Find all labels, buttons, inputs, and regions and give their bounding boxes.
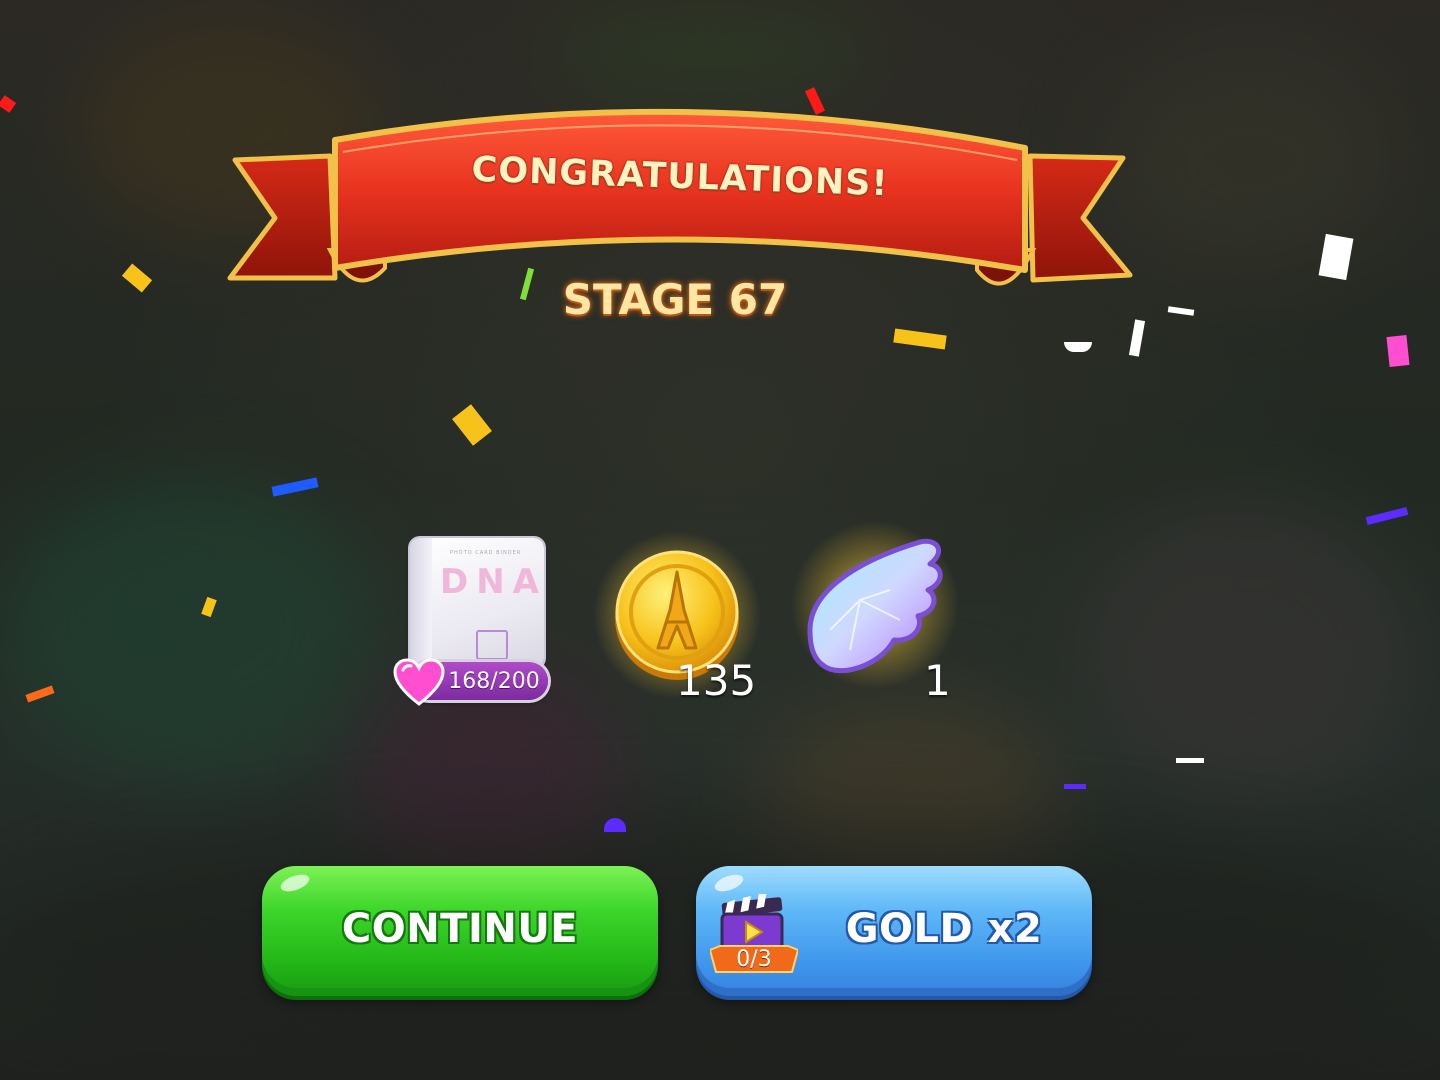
confetti-piece [1176, 758, 1204, 763]
gold-count: 135 [676, 656, 757, 705]
button-shine [712, 871, 746, 895]
binder-title: DNA [440, 562, 547, 602]
gold-x2-button[interactable]: 0/3 GOLD x2 [696, 866, 1092, 996]
binder-logo-icon [476, 630, 508, 660]
binder-spine [410, 538, 432, 668]
stage-label: STAGE 67 [562, 275, 788, 324]
continue-button-label: CONTINUE [341, 906, 579, 952]
confetti-piece [1064, 784, 1086, 789]
photo-card-binder: PHOTO CARD BINDER DNA [410, 538, 544, 668]
binder-subtitle: PHOTO CARD BINDER [450, 550, 522, 556]
continue-button[interactable]: CONTINUE [262, 866, 658, 996]
card-progress-text: 168/200 [448, 669, 540, 694]
confetti-piece [1386, 335, 1410, 367]
wing-count: 1 [924, 656, 951, 705]
pink-heart-icon [393, 658, 445, 706]
gold-x2-button-label: GOLD x2 [845, 906, 1043, 952]
video-count-text: 0/3 [736, 947, 772, 972]
